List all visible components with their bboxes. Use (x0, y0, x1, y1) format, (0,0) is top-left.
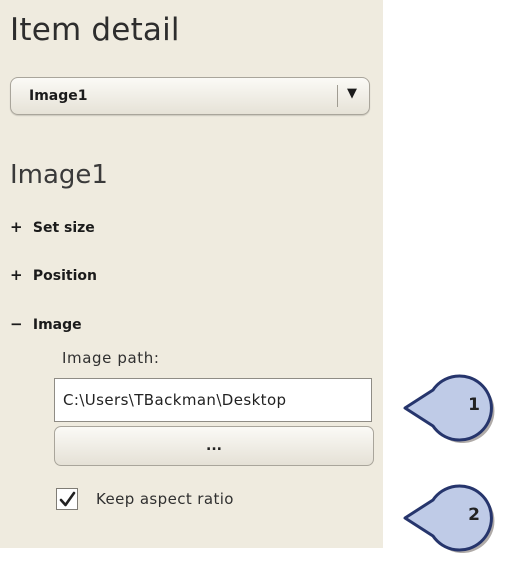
item-detail-panel: Item detail Image1 ▼ Image1 + Set size +… (0, 0, 383, 548)
group-label[interactable]: Set size (33, 220, 95, 236)
image-path-input[interactable] (54, 378, 372, 422)
collapse-minus-icon[interactable]: − (10, 315, 28, 333)
callout-2: 2 (403, 480, 509, 560)
keep-aspect-ratio-checkbox[interactable] (56, 488, 78, 510)
callout-number: 1 (468, 395, 480, 415)
callout-bubble-icon (403, 374, 495, 443)
group-label[interactable]: Image (33, 317, 82, 333)
dropdown-divider (337, 85, 338, 107)
group-position[interactable]: + Position (10, 266, 97, 286)
checkmark-icon (59, 491, 76, 507)
item-selector-dropdown[interactable]: Image1 ▼ (10, 77, 370, 115)
group-set-size[interactable]: + Set size (10, 218, 95, 238)
callout-1: 1 (403, 370, 509, 450)
selected-item-title: Image1 (10, 160, 108, 190)
browse-button[interactable]: ... (54, 426, 374, 466)
item-selector-value: Image1 (29, 88, 88, 104)
group-image[interactable]: − Image (10, 315, 82, 335)
chevron-down-icon[interactable]: ▼ (347, 86, 357, 101)
expand-plus-icon[interactable]: + (10, 218, 28, 236)
keep-aspect-ratio-label: Keep aspect ratio (96, 490, 234, 508)
group-label[interactable]: Position (33, 268, 97, 284)
expand-plus-icon[interactable]: + (10, 266, 28, 284)
image-path-label: Image path: (62, 349, 160, 367)
callout-number: 2 (468, 505, 480, 525)
panel-title: Item detail (10, 12, 180, 48)
callout-bubble-icon (403, 484, 495, 553)
